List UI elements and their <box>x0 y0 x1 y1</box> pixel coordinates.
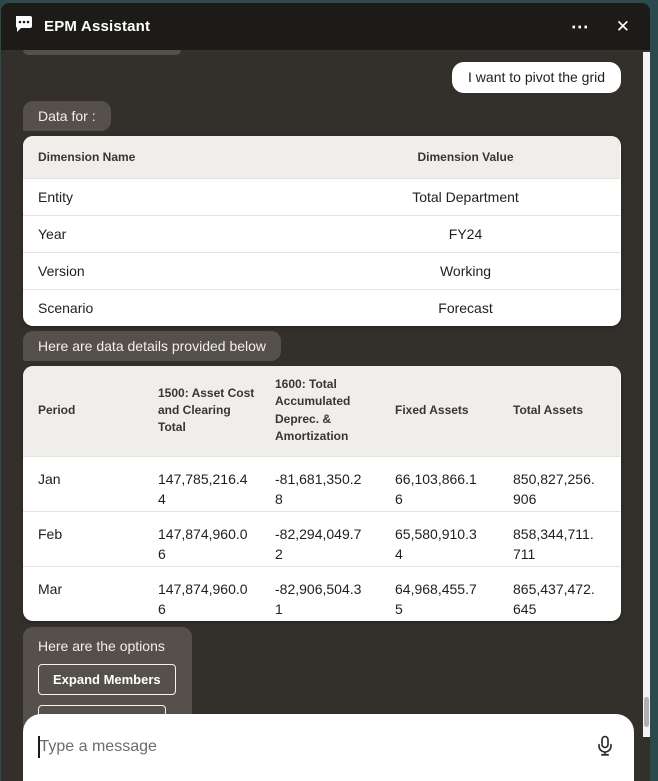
value-cell: 858,344,711.711 <box>513 525 594 562</box>
value-cell: 850,827,256.906 <box>513 470 595 507</box>
data-grid-table: Period 1500: Asset Cost and Clearing Tot… <box>23 366 620 621</box>
window-header: EPM Assistant ⋯ ✕ <box>1 3 650 50</box>
value-cell: -81,681,350.28 <box>275 470 362 507</box>
window-title: EPM Assistant <box>44 18 151 35</box>
value-cell: 66,103,866.16 <box>395 470 477 507</box>
expand-members-button[interactable]: Expand Members <box>38 664 176 696</box>
dimension-name-header: Dimension Name <box>23 136 321 178</box>
table-row: Jan 147,785,216.44 -81,681,350.28 66,103… <box>23 456 620 511</box>
chat-bubble-icon <box>14 15 34 38</box>
dimension-value-cell: Total Department <box>412 188 519 205</box>
message-input[interactable] <box>39 736 596 758</box>
dimension-name-cell: Year <box>38 225 67 242</box>
table-row: Scenario Forecast <box>23 289 620 326</box>
message-composer <box>23 714 634 781</box>
period-cell: Jan <box>38 470 61 487</box>
value-cell: 147,874,960.06 <box>158 525 248 562</box>
dimension-name-cell: Entity <box>38 188 74 205</box>
value-cell: 147,874,960.06 <box>158 580 248 617</box>
table-row: Entity Total Department <box>23 178 620 215</box>
epm-assistant-window: EPM Assistant ⋯ ✕ I want to pivot the gr… <box>1 3 650 781</box>
accumulated-deprec-header: 1600: Total Accumulated Deprec. & Amorti… <box>275 366 395 457</box>
table-row: Year FY24 <box>23 215 620 252</box>
user-message-row: I want to pivot the grid <box>23 62 621 93</box>
dimension-table-header-row: Dimension Name Dimension Value <box>23 136 620 178</box>
bot-message-details: Here are data details provided below <box>23 331 282 361</box>
dimension-table: Dimension Name Dimension Value Entity To… <box>23 136 620 326</box>
dimension-value-header: Dimension Value <box>321 136 620 178</box>
dimension-name-cell: Scenario <box>38 299 94 316</box>
fixed-assets-header: Fixed Assets <box>395 366 513 457</box>
overflow-menu-button[interactable]: ⋯ <box>569 16 592 38</box>
table-row: Version Working <box>23 252 620 289</box>
options-label: Here are the options <box>38 638 165 655</box>
data-grid-card: Period 1500: Asset Cost and Clearing Tot… <box>23 366 621 622</box>
value-cell: 865,437,472.645 <box>513 580 595 617</box>
value-cell: 147,785,216.44 <box>158 470 248 507</box>
page-background: EPM Assistant ⋯ ✕ I want to pivot the gr… <box>0 0 658 781</box>
dimension-value-cell: FY24 <box>448 225 483 242</box>
scrollbar-track[interactable] <box>643 52 650 737</box>
dimension-value-cell: Forecast <box>438 299 493 316</box>
value-cell: 64,968,455.75 <box>395 580 477 617</box>
table-row: Feb 147,874,960.06 -82,294,049.72 65,580… <box>23 511 620 566</box>
value-cell: 65,580,910.34 <box>395 525 477 562</box>
data-grid-header-row: Period 1500: Asset Cost and Clearing Tot… <box>23 366 620 457</box>
microphone-icon[interactable] <box>596 735 614 760</box>
dimension-table-card: Dimension Name Dimension Value Entity To… <box>23 136 621 326</box>
value-cell: -82,294,049.72 <box>275 525 362 562</box>
total-assets-header: Total Assets <box>513 366 620 457</box>
asset-cost-header: 1500: Asset Cost and Clearing Total <box>158 366 275 457</box>
dimension-value-cell: Working <box>439 262 492 279</box>
dimension-name-cell: Version <box>38 262 85 279</box>
close-button[interactable]: ✕ <box>614 16 632 37</box>
table-row: Mar 147,874,960.06 -82,906,504.31 64,968… <box>23 566 620 621</box>
message-list[interactable]: I want to pivot the grid Data for : Dime… <box>1 50 643 781</box>
period-cell: Feb <box>38 525 63 542</box>
bot-message-data-for: Data for : <box>23 101 111 131</box>
value-cell: -82,906,504.31 <box>275 580 362 617</box>
scrollbar-thumb[interactable] <box>644 697 649 727</box>
user-message-bubble: I want to pivot the grid <box>452 62 621 93</box>
header-title-group: EPM Assistant <box>14 15 150 38</box>
period-header: Period <box>23 366 158 457</box>
header-actions: ⋯ ✕ <box>569 16 632 38</box>
scrolled-message-remnant <box>23 50 181 55</box>
period-cell: Mar <box>38 580 63 597</box>
